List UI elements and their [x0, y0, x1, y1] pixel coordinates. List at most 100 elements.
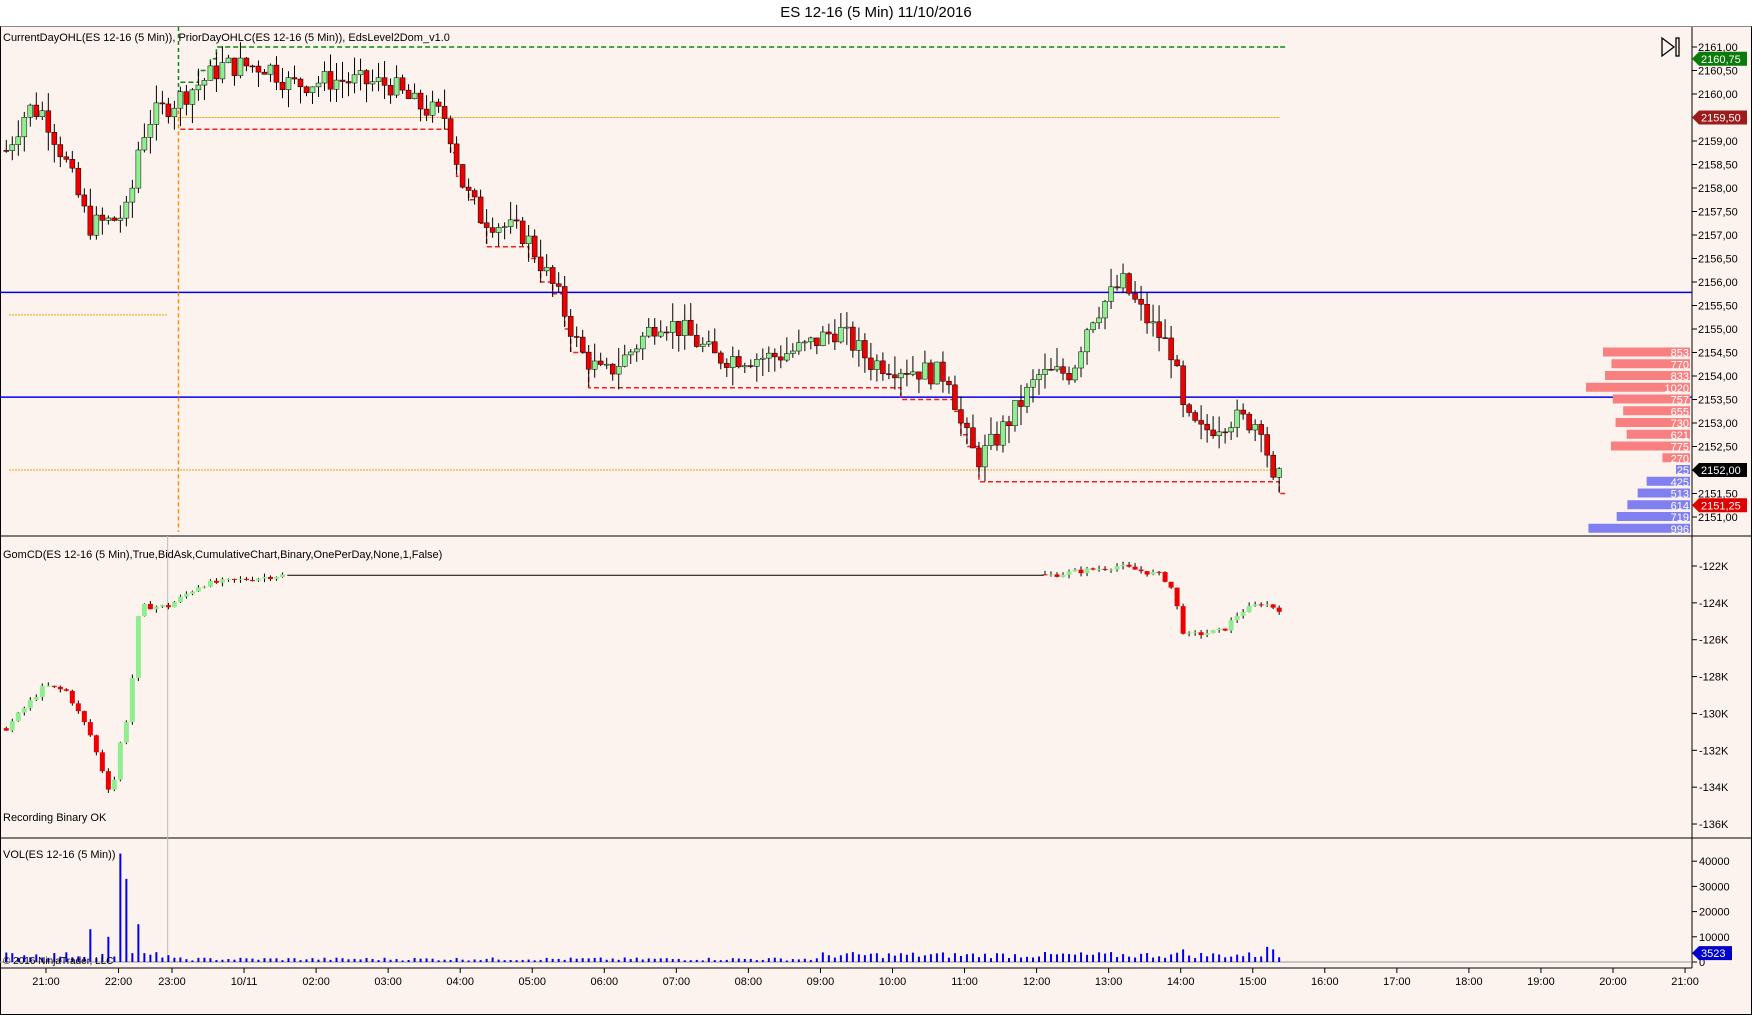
price-tick-label: 2157,00: [1698, 230, 1738, 242]
volume-tick-label: 20000: [1699, 907, 1730, 919]
delta-up: [1108, 569, 1114, 571]
candle-down: [1264, 434, 1270, 456]
delta-up: [255, 578, 261, 581]
candle-down: [99, 214, 106, 221]
dom-ask-size: 770: [1671, 359, 1689, 371]
candle-up: [189, 89, 196, 105]
candle-up: [730, 356, 736, 368]
candle-down: [453, 143, 460, 165]
candle-down: [249, 65, 256, 68]
candle-up: [129, 187, 136, 203]
candle-down: [567, 316, 574, 337]
candle-down: [1138, 299, 1144, 305]
candle-down: [597, 360, 604, 365]
price-tick-label: 2157,50: [1698, 207, 1738, 219]
candle-down: [1144, 303, 1150, 324]
chart-canvas[interactable]: 2161,002160,502160,002159,502159,002158,…: [0, 0, 1752, 1015]
candle-up: [369, 81, 376, 85]
dom-ask-size: 1020: [1665, 383, 1689, 395]
candle-down: [1246, 413, 1252, 431]
delta-up: [225, 578, 231, 580]
volume-tick-label: 40000: [1699, 856, 1730, 868]
candle-down: [573, 336, 580, 338]
delta-tick-label: -128K: [1699, 672, 1729, 684]
delta-down: [105, 771, 111, 790]
candle-up: [1000, 421, 1006, 446]
delta-tick-label: -124K: [1699, 598, 1729, 610]
price-tick-label: 2154,00: [1698, 371, 1738, 383]
price-tick-label: 2153,50: [1698, 395, 1738, 407]
candle-up: [507, 219, 514, 227]
candle-up: [844, 326, 850, 329]
candle-down: [850, 326, 856, 351]
delta-up: [189, 591, 195, 594]
price-tick-label: 2156,00: [1698, 277, 1738, 289]
candle-down: [483, 222, 490, 228]
candle-up: [796, 342, 802, 352]
candle-up: [1024, 386, 1030, 407]
delta-up: [1216, 628, 1222, 631]
candle-down: [1168, 337, 1174, 361]
volume-tick-label: 30000: [1699, 881, 1730, 893]
time-tick-label: 09:00: [807, 976, 835, 988]
delta-up: [1060, 574, 1066, 577]
candle-up: [645, 327, 652, 337]
time-tick-label: 02:00: [302, 976, 330, 988]
delta-up: [207, 580, 213, 587]
delta-down: [1126, 564, 1132, 567]
delta-down: [1258, 604, 1264, 606]
candle-down: [862, 340, 868, 359]
candle-up: [639, 335, 646, 350]
candle-up: [1072, 367, 1078, 381]
price-tick-label: 2160,00: [1698, 89, 1738, 101]
candle-down: [940, 361, 946, 382]
candle-down: [1222, 431, 1228, 434]
candle-down: [327, 71, 334, 90]
candle-up: [267, 64, 274, 75]
time-tick-label: 23:00: [158, 976, 186, 988]
candle-up: [633, 348, 640, 353]
delta-up: [171, 602, 177, 608]
candle-up: [351, 74, 358, 84]
candle-up: [501, 226, 508, 228]
candle-up: [105, 217, 112, 221]
delta-up: [1240, 612, 1246, 616]
candle-down: [1162, 337, 1168, 339]
candle-down: [45, 110, 52, 133]
candle-up: [1276, 468, 1282, 478]
candle-up: [315, 82, 322, 88]
candle-down: [57, 144, 64, 158]
candle-down: [183, 91, 190, 105]
candle-down: [609, 363, 616, 375]
candle-down: [255, 65, 262, 73]
time-tick-label: 22:00: [105, 976, 133, 988]
candle-down: [279, 82, 286, 90]
candle-down: [718, 352, 724, 364]
delta-down: [99, 752, 105, 772]
candle-down: [724, 362, 730, 368]
current-day-low-line: [180, 128, 1286, 495]
candle-up: [543, 267, 550, 272]
delta-up: [9, 721, 15, 731]
candle-up: [357, 70, 364, 76]
time-tick-label: 07:00: [663, 976, 691, 988]
candle-down: [651, 327, 658, 337]
candle-up: [9, 144, 16, 151]
candle-down: [213, 65, 220, 80]
candle-up: [147, 124, 154, 138]
recording-status: Recording Binary OK: [3, 812, 107, 824]
candle-up: [1234, 409, 1240, 428]
time-tick-label: 10:00: [879, 976, 907, 988]
delta-down: [87, 722, 93, 736]
delta-down: [165, 605, 171, 608]
candle-down: [1156, 321, 1162, 338]
price-tag-label: 2152,00: [1701, 465, 1741, 477]
candle-up: [177, 91, 184, 109]
candle-down: [832, 333, 838, 343]
time-tick-label: 11:00: [951, 976, 978, 988]
scroll-to-end-button[interactable]: [1660, 36, 1682, 58]
candle-up: [621, 354, 628, 367]
delta-down: [1168, 581, 1174, 588]
candle-up: [790, 350, 796, 354]
dom-ask-size: 270: [1671, 453, 1689, 465]
